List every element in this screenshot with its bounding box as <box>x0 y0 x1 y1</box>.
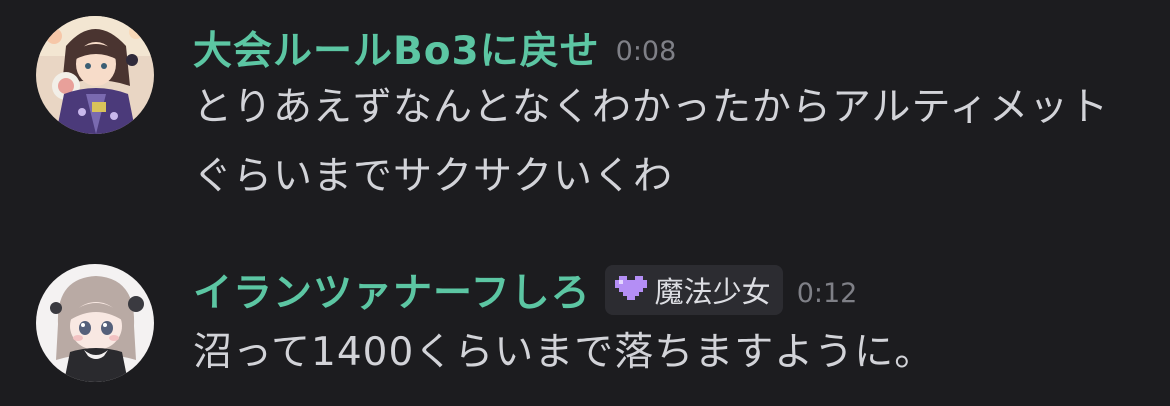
user-avatar[interactable] <box>36 16 154 134</box>
user-badge[interactable]: 魔法少女 <box>604 265 783 315</box>
message-text: とりあえずなんとなくわかったからアルティメットぐらいまでサクサクいくわ <box>193 85 1110 199</box>
username[interactable]: 大会ルールBo3に戻せ <box>193 20 600 76</box>
message-text: 沼って1400くらいまで落ちますように。 <box>193 330 935 375</box>
message-header: 大会ルールBo3に戻せ 0:08 <box>193 20 676 76</box>
chat-message: イランツァナーフしろ 魔法少女 0:12 沼って1400くらいまで落ちますように… <box>0 232 1170 406</box>
chat-message: 大会ルールBo3に戻せ 0:08 とりあえずなんとなくわかったからアルティメット… <box>0 0 1170 230</box>
chat-message-list: 大会ルールBo3に戻せ 0:08 とりあえずなんとなくわかったからアルティメット… <box>0 0 1170 406</box>
badge-label: 魔法少女 <box>654 275 771 309</box>
chibi-girl-avatar-icon <box>36 264 154 382</box>
username[interactable]: イランツァナーフしろ <box>193 262 591 318</box>
timestamp: 0:12 <box>796 277 858 309</box>
timestamp: 0:08 <box>615 35 677 67</box>
anime-girl-kimono-avatar-icon <box>36 16 154 134</box>
message-header: イランツァナーフしろ 魔法少女 0:12 <box>193 262 857 318</box>
purple-pixel-heart-icon <box>614 276 647 300</box>
user-avatar[interactable] <box>36 264 154 382</box>
